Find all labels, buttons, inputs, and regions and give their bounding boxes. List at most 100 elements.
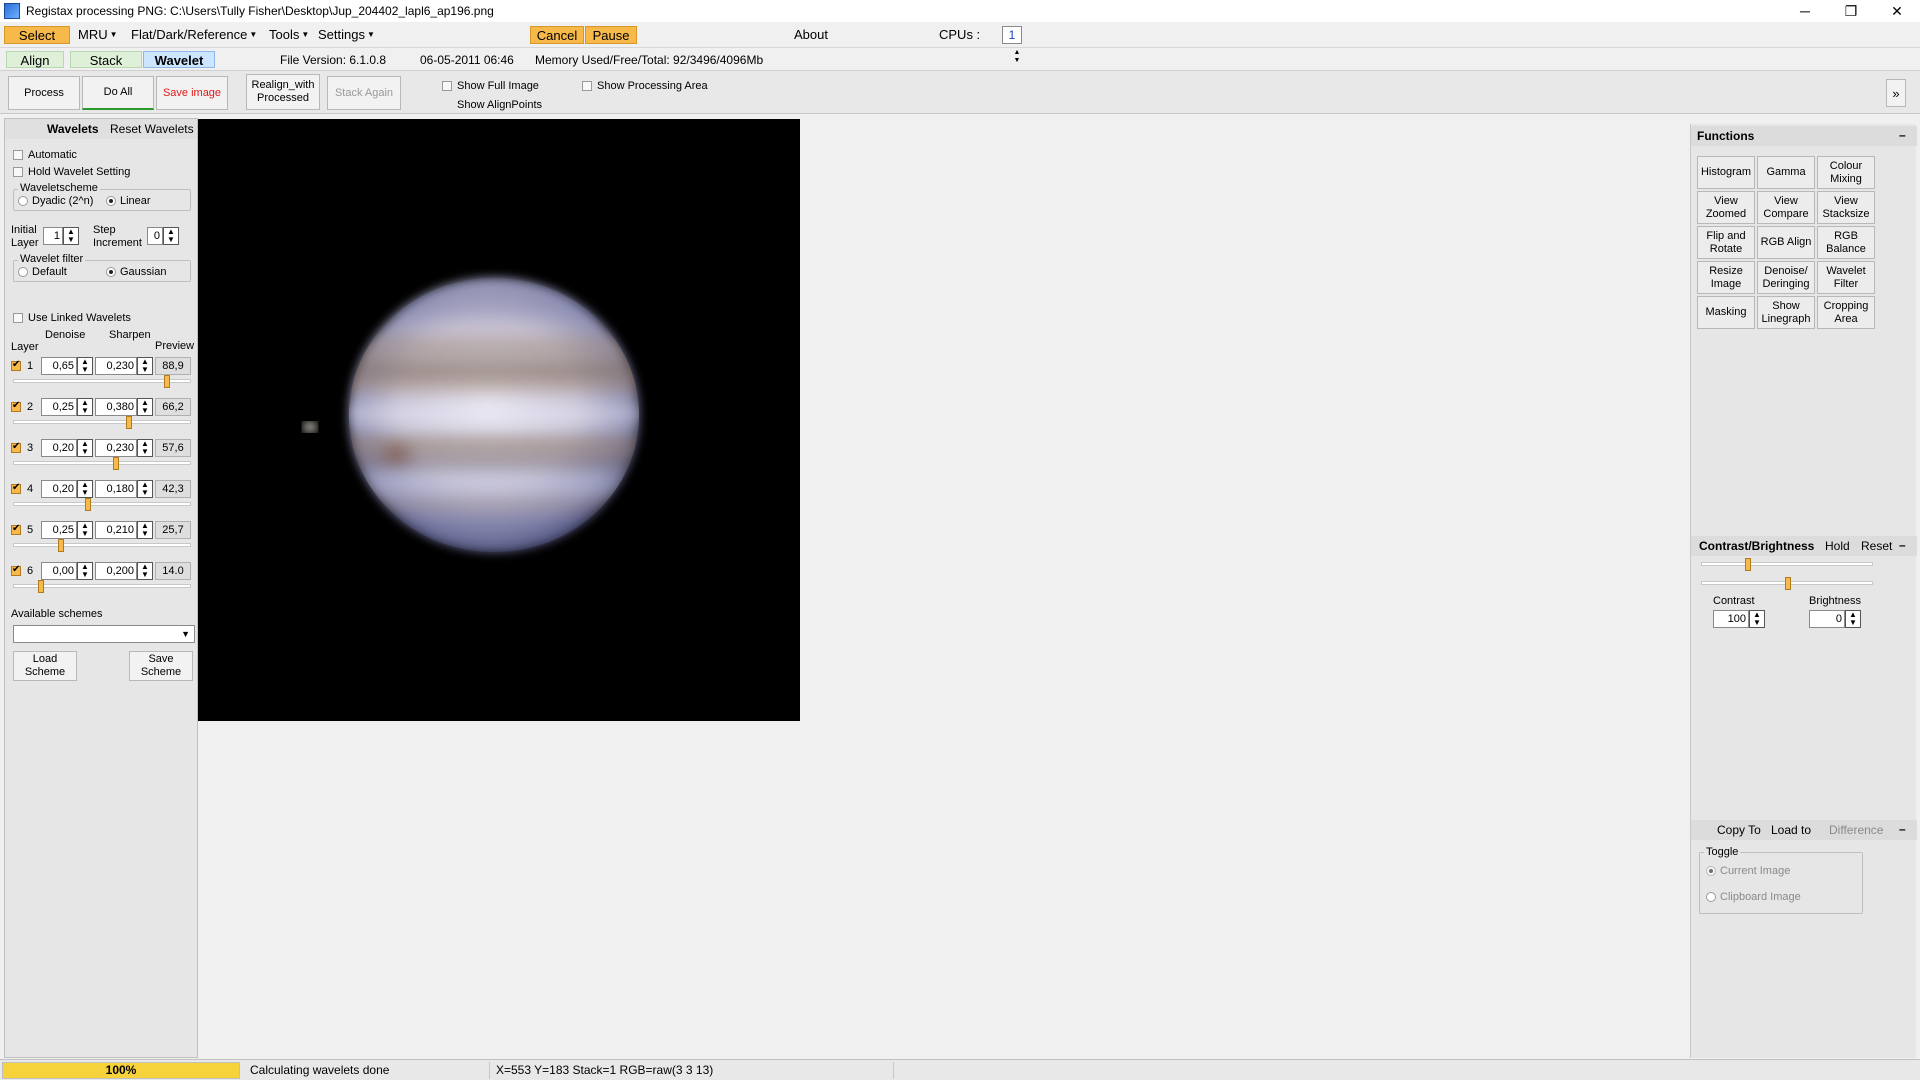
layer-sharpen-input[interactable]: 0,230 bbox=[95, 357, 137, 375]
layer-slider-thumb[interactable] bbox=[126, 416, 132, 429]
layer-sharpen-input[interactable]: 0,380 bbox=[95, 398, 137, 416]
layer-denoise-input[interactable]: 0,20 bbox=[41, 480, 77, 498]
step-increment-input[interactable]: 0 bbox=[147, 227, 163, 245]
sharpen-spinner-icon[interactable]: ▲ ▼ bbox=[137, 521, 153, 539]
sharpen-spinner-icon[interactable]: ▲ ▼ bbox=[137, 398, 153, 416]
layer-sharpen-input[interactable]: 0,180 bbox=[95, 480, 137, 498]
hold-button[interactable]: Hold bbox=[1825, 539, 1850, 553]
contrast-spinner-icon[interactable]: ▲ ▼ bbox=[1749, 610, 1765, 628]
processed-image-view[interactable] bbox=[198, 119, 800, 721]
available-schemes-dropdown[interactable]: ▼ bbox=[13, 625, 195, 643]
cpus-value[interactable]: 1 bbox=[1002, 26, 1022, 44]
load-scheme-button[interactable]: Load Scheme bbox=[13, 651, 77, 681]
layer-denoise-input[interactable]: 0,20 bbox=[41, 439, 77, 457]
function-colour-mixing-button[interactable]: Colour Mixing bbox=[1817, 156, 1875, 189]
denoise-spinner-icon[interactable]: ▲ ▼ bbox=[77, 521, 93, 539]
function-wavelet-filter-button[interactable]: Wavelet Filter bbox=[1817, 261, 1875, 294]
settings-menu[interactable]: Settings ▼ bbox=[314, 26, 379, 44]
show-alignpoints-checkbox[interactable]: Show AlignPoints bbox=[442, 99, 542, 111]
layer-slider-thumb[interactable] bbox=[38, 580, 44, 593]
expand-panel-button[interactable]: » bbox=[1886, 79, 1906, 107]
function-rgb-balance-button[interactable]: RGB Balance bbox=[1817, 226, 1875, 259]
denoise-spinner-icon[interactable]: ▲ ▼ bbox=[77, 439, 93, 457]
show-processing-area-checkbox[interactable]: Show Processing Area bbox=[582, 80, 708, 92]
difference-button[interactable]: Difference bbox=[1829, 823, 1883, 837]
layer-enable-checkbox[interactable] bbox=[11, 482, 26, 494]
restore-button[interactable]: ❐ bbox=[1828, 0, 1874, 22]
layer-strength-slider[interactable] bbox=[13, 498, 191, 511]
layer-enable-checkbox[interactable] bbox=[11, 359, 26, 371]
layer-enable-checkbox[interactable] bbox=[11, 564, 26, 576]
close-button[interactable]: ✕ bbox=[1874, 0, 1920, 22]
save-scheme-button[interactable]: Save Scheme bbox=[129, 651, 193, 681]
save-image-button[interactable]: Save image bbox=[156, 76, 228, 110]
layer-sharpen-input[interactable]: 0,200 bbox=[95, 562, 137, 580]
layer-sharpen-input[interactable]: 0,210 bbox=[95, 521, 137, 539]
denoise-spinner-icon[interactable]: ▲ ▼ bbox=[77, 398, 93, 416]
function-rgb-align-button[interactable]: RGB Align bbox=[1757, 226, 1815, 259]
contrast-input[interactable]: 100 bbox=[1713, 610, 1749, 628]
function-histogram-button[interactable]: Histogram bbox=[1697, 156, 1755, 189]
initial-layer-spinner-icon[interactable]: ▲ ▼ bbox=[63, 227, 79, 245]
layer-strength-slider[interactable] bbox=[13, 416, 191, 429]
filter-default-radio[interactable]: Default bbox=[18, 266, 67, 278]
copy-to-button[interactable]: Copy To bbox=[1717, 823, 1761, 837]
brightness-input[interactable]: 0 bbox=[1809, 610, 1845, 628]
layer-strength-slider[interactable] bbox=[13, 539, 191, 552]
function-denoise-deringing-button[interactable]: Denoise/ Deringing bbox=[1757, 261, 1815, 294]
clipboard-image-radio[interactable]: Clipboard Image bbox=[1706, 891, 1801, 903]
step-increment-spinner-icon[interactable]: ▲ ▼ bbox=[163, 227, 179, 245]
layer-enable-checkbox[interactable] bbox=[11, 400, 26, 412]
reset-button[interactable]: Reset bbox=[1861, 539, 1892, 553]
function-gamma-button[interactable]: Gamma bbox=[1757, 156, 1815, 189]
mru-menu[interactable]: MRU ▼ bbox=[74, 26, 122, 44]
process-button[interactable]: Process bbox=[8, 76, 80, 110]
layer-slider-thumb[interactable] bbox=[113, 457, 119, 470]
do-all-button[interactable]: Do All bbox=[82, 76, 154, 110]
hold-wavelet-checkbox[interactable]: Hold Wavelet Setting bbox=[13, 166, 130, 178]
layer-slider-thumb[interactable] bbox=[164, 375, 170, 388]
collapse-functions-icon[interactable]: – bbox=[1899, 128, 1906, 142]
function-masking-button[interactable]: Masking bbox=[1697, 296, 1755, 329]
automatic-checkbox[interactable]: Automatic bbox=[13, 149, 77, 161]
layer-strength-slider[interactable] bbox=[13, 457, 191, 470]
tab-align[interactable]: Align bbox=[6, 51, 64, 68]
function-show-linegraph-button[interactable]: Show Linegraph bbox=[1757, 296, 1815, 329]
current-image-radio[interactable]: Current Image bbox=[1706, 865, 1790, 877]
about-menu[interactable]: About bbox=[790, 26, 832, 44]
layer-strength-slider[interactable] bbox=[13, 580, 191, 593]
select-menu[interactable]: Select bbox=[4, 26, 70, 44]
use-linked-wavelets-checkbox[interactable]: Use Linked Wavelets bbox=[13, 312, 131, 324]
denoise-spinner-icon[interactable]: ▲ ▼ bbox=[77, 480, 93, 498]
function-flip-and-rotate-button[interactable]: Flip and Rotate bbox=[1697, 226, 1755, 259]
tab-stack[interactable]: Stack bbox=[70, 51, 142, 68]
minimize-button[interactable]: ─ bbox=[1782, 0, 1828, 22]
collapse-contrast-icon[interactable]: – bbox=[1899, 538, 1906, 552]
layer-strength-slider[interactable] bbox=[13, 375, 191, 388]
contrast-slider[interactable] bbox=[1701, 558, 1873, 571]
initial-layer-input[interactable]: 1 bbox=[43, 227, 63, 245]
cancel-button[interactable]: Cancel bbox=[530, 26, 584, 44]
function-view-compare-button[interactable]: View Compare bbox=[1757, 191, 1815, 224]
layer-denoise-input[interactable]: 0,25 bbox=[41, 398, 77, 416]
layer-enable-checkbox[interactable] bbox=[11, 523, 26, 535]
sharpen-spinner-icon[interactable]: ▲ ▼ bbox=[137, 562, 153, 580]
layer-denoise-input[interactable]: 0,65 bbox=[41, 357, 77, 375]
sharpen-spinner-icon[interactable]: ▲ ▼ bbox=[137, 439, 153, 457]
layer-enable-checkbox[interactable] bbox=[11, 441, 26, 453]
dyadic-radio[interactable]: Dyadic (2^n) bbox=[18, 195, 93, 207]
sharpen-spinner-icon[interactable]: ▲ ▼ bbox=[137, 357, 153, 375]
denoise-spinner-icon[interactable]: ▲ ▼ bbox=[77, 357, 93, 375]
brightness-slider[interactable] bbox=[1701, 577, 1873, 590]
tab-wavelet[interactable]: Wavelet bbox=[143, 51, 215, 68]
function-view-zoomed-button[interactable]: View Zoomed bbox=[1697, 191, 1755, 224]
stack-again-button[interactable]: Stack Again bbox=[327, 76, 401, 110]
function-view-stacksize-button[interactable]: View Stacksize bbox=[1817, 191, 1875, 224]
sharpen-spinner-icon[interactable]: ▲ ▼ bbox=[137, 480, 153, 498]
show-full-image-checkbox[interactable]: Show Full Image bbox=[442, 80, 539, 92]
filter-gaussian-radio[interactable]: Gaussian bbox=[106, 266, 166, 278]
layer-denoise-input[interactable]: 0,25 bbox=[41, 521, 77, 539]
pause-button[interactable]: Pause bbox=[585, 26, 637, 44]
layer-denoise-input[interactable]: 0,00 bbox=[41, 562, 77, 580]
denoise-spinner-icon[interactable]: ▲ ▼ bbox=[77, 562, 93, 580]
